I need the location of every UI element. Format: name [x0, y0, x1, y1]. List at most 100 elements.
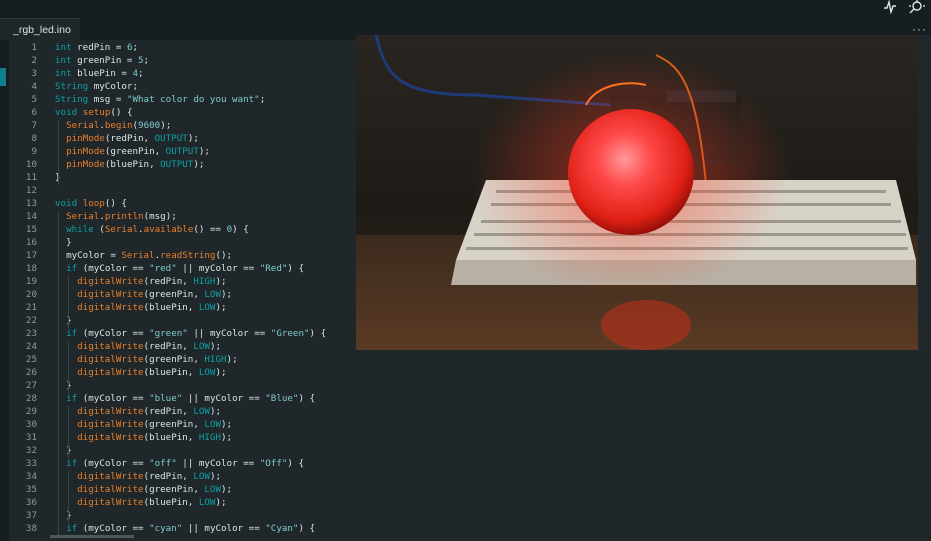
line-number: 2: [31, 55, 37, 66]
vertical-scrollbar[interactable]: [918, 35, 931, 350]
line-number: 14: [25, 211, 37, 222]
line-number: 25: [25, 354, 37, 365]
line-text: int redPin = 6;: [55, 42, 139, 53]
code-line[interactable]: 34 digitalWrite(redPin, LOW);: [9, 470, 931, 483]
line-text: while (Serial.available() == 0) {: [66, 224, 249, 235]
line-text: int bluePin = 4;: [55, 68, 144, 79]
line-number: 18: [25, 263, 37, 274]
line-number: 12: [25, 185, 37, 196]
line-number: 7: [31, 120, 37, 131]
code-line[interactable]: 28 if (myColor == "blue" || myColor == "…: [9, 392, 931, 405]
code-line[interactable]: 35 digitalWrite(greenPin, LOW);: [9, 483, 931, 496]
line-number: 33: [25, 458, 37, 469]
line-text: Serial.begin(9600);: [66, 120, 172, 131]
line-number: 24: [25, 341, 37, 352]
line-text: digitalWrite(greenPin, HIGH);: [77, 354, 238, 365]
line-text: digitalWrite(greenPin, LOW);: [77, 419, 233, 430]
indent-guide: [68, 341, 69, 393]
line-number: 3: [31, 68, 37, 79]
line-text: pinMode(greenPin, OUTPUT);: [66, 146, 210, 157]
line-text: myColor = Serial.readString();: [55, 250, 233, 261]
line-text: digitalWrite(bluePin, LOW);: [77, 497, 227, 508]
line-text: digitalWrite(bluePin, LOW);: [77, 302, 227, 313]
more-actions-button[interactable]: ···: [912, 22, 927, 36]
line-number: 26: [25, 367, 37, 378]
line-text: String myColor;: [55, 81, 138, 92]
line-number: 8: [31, 133, 37, 144]
indent-guide: [58, 211, 59, 536]
line-text: if (myColor == "green" || myColor == "Gr…: [66, 328, 327, 339]
line-number: 13: [25, 198, 37, 209]
line-text: digitalWrite(redPin, HIGH);: [77, 276, 227, 287]
editor-tab-bar: _rgb_led.ino ···: [0, 0, 931, 40]
indent-guide: [58, 120, 59, 185]
red-led-ball: [568, 109, 694, 235]
serial-monitor-icon[interactable]: [909, 0, 925, 14]
line-number: 4: [31, 81, 37, 92]
code-line[interactable]: 37 }: [9, 509, 931, 522]
line-number: 29: [25, 406, 37, 417]
line-text: digitalWrite(greenPin, LOW);: [77, 289, 233, 300]
line-text: void setup() {: [55, 107, 133, 118]
code-line[interactable]: 27 }: [9, 379, 931, 392]
line-text: void loop() {: [55, 198, 127, 209]
line-number: 28: [25, 393, 37, 404]
code-line[interactable]: 38 if (myColor == "cyan" || myColor == "…: [9, 522, 931, 535]
line-text: digitalWrite(bluePin, HIGH);: [77, 432, 233, 443]
code-line[interactable]: 26 digitalWrite(bluePin, LOW);: [9, 366, 931, 379]
line-text: Serial.println(msg);: [66, 211, 177, 222]
code-line[interactable]: 33 if (myColor == "off" || myColor == "O…: [9, 457, 931, 470]
code-line[interactable]: 29 digitalWrite(redPin, LOW);: [9, 405, 931, 418]
line-text: if (myColor == "blue" || myColor == "Blu…: [66, 393, 316, 404]
line-number: 11: [25, 172, 37, 183]
serial-plotter-icon[interactable]: [883, 0, 897, 14]
line-number: 27: [25, 380, 37, 391]
code-line[interactable]: 31 digitalWrite(bluePin, HIGH);: [9, 431, 931, 444]
line-number: 34: [25, 471, 37, 482]
indent-guide: [68, 406, 69, 458]
active-marker: [0, 68, 6, 86]
line-text: digitalWrite(bluePin, LOW);: [77, 367, 227, 378]
line-text: if (myColor == "off" || myColor == "Off"…: [66, 458, 305, 469]
indent-guide: [68, 276, 69, 328]
line-number: 23: [25, 328, 37, 339]
code-line[interactable]: 30 digitalWrite(greenPin, LOW);: [9, 418, 931, 431]
line-number: 22: [25, 315, 37, 326]
line-number: 9: [31, 146, 37, 157]
line-text: pinMode(bluePin, OUTPUT);: [66, 159, 205, 170]
code-line[interactable]: 25 digitalWrite(greenPin, HIGH);: [9, 353, 931, 366]
line-number: 20: [25, 289, 37, 300]
line-text: String msg = "What color do you want";: [55, 94, 266, 105]
indent-guide: [68, 471, 69, 523]
line-text: digitalWrite(redPin, LOW);: [77, 406, 222, 417]
line-text: int greenPin = 5;: [55, 55, 150, 66]
line-text: if (myColor == "red" || myColor == "Red"…: [66, 263, 305, 274]
line-number: 5: [31, 94, 37, 105]
line-text: digitalWrite(greenPin, LOW);: [77, 484, 233, 495]
line-number: 1: [31, 42, 37, 53]
line-number: 31: [25, 432, 37, 443]
line-number: 15: [25, 224, 37, 235]
line-number: 37: [25, 510, 37, 521]
video-overlay: [356, 35, 918, 350]
line-number: 36: [25, 497, 37, 508]
line-number: 32: [25, 445, 37, 456]
line-text: digitalWrite(redPin, LOW);: [77, 471, 222, 482]
sidebar-strip: [0, 40, 9, 541]
file-tab[interactable]: _rgb_led.ino: [0, 18, 80, 40]
video-frame: [356, 35, 918, 350]
line-number: 16: [25, 237, 37, 248]
line-number: 17: [25, 250, 37, 261]
line-number: 30: [25, 419, 37, 430]
line-number: 21: [25, 302, 37, 313]
line-number: 10: [25, 159, 37, 170]
toolbar-icons: [883, 0, 925, 14]
line-number: 19: [25, 276, 37, 287]
line-number: 6: [31, 107, 37, 118]
line-text: digitalWrite(redPin, LOW);: [77, 341, 222, 352]
line-text: pinMode(redPin, OUTPUT);: [66, 133, 199, 144]
code-line[interactable]: 32 }: [9, 444, 931, 457]
code-line[interactable]: 36 digitalWrite(bluePin, LOW);: [9, 496, 931, 509]
line-text: if (myColor == "cyan" || myColor == "Cya…: [66, 523, 316, 534]
horizontal-scrollbar[interactable]: [50, 535, 134, 538]
